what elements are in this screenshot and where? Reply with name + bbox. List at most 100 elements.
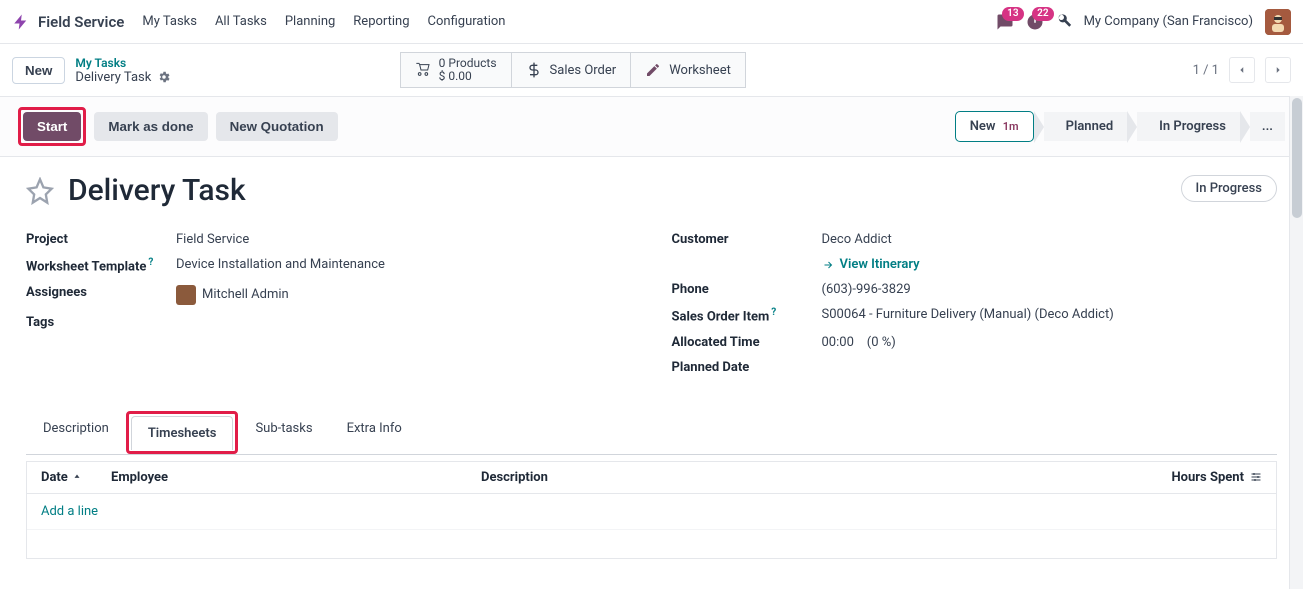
tools-icon[interactable] (1056, 12, 1072, 32)
nav-links: My Tasks All Tasks Planning Reporting Co… (142, 14, 505, 29)
assignees-label: Assignees (26, 285, 176, 305)
col-date[interactable]: Date (41, 470, 68, 485)
grid-footer (27, 530, 1276, 558)
nav-planning[interactable]: Planning (285, 14, 335, 29)
stage-more[interactable]: ... (1250, 112, 1285, 141)
arrow-right-icon (822, 259, 834, 271)
stage-new[interactable]: New 1m (955, 111, 1034, 142)
stage-in-progress[interactable]: In Progress (1137, 112, 1240, 141)
breadcrumb: My Tasks Delivery Task (75, 56, 171, 85)
new-quotation-button[interactable]: New Quotation (216, 112, 338, 141)
user-avatar[interactable] (1265, 9, 1291, 35)
stage-planned[interactable]: Planned (1044, 112, 1128, 141)
stat-worksheet[interactable]: Worksheet (631, 52, 746, 88)
sort-asc-icon[interactable] (72, 472, 82, 482)
chevron-sep-icon (1034, 111, 1044, 143)
highlight-start: Start (18, 107, 86, 146)
app-name[interactable]: Field Service (38, 13, 124, 31)
itinerary-label: View Itinerary (840, 257, 920, 272)
top-nav: Field Service My Tasks All Tasks Plannin… (0, 0, 1303, 44)
new-record-button[interactable]: New (12, 57, 65, 84)
col-hours[interactable]: Hours Spent (1172, 470, 1245, 485)
assignee-avatar (176, 285, 196, 305)
view-itinerary-link[interactable]: View Itinerary (822, 257, 920, 272)
customer-label: Customer (672, 232, 822, 247)
planned-label: Planned Date (672, 360, 822, 375)
nav-all-tasks[interactable]: All Tasks (215, 14, 267, 29)
scroll-thumb[interactable] (1292, 98, 1302, 218)
tags-label: Tags (26, 315, 176, 330)
stat-products[interactable]: 0 Products $ 0.00 (400, 52, 512, 88)
cart-icon (415, 62, 431, 78)
project-label: Project (26, 232, 176, 247)
sales-order-label: Sales Order (550, 63, 617, 78)
worksheet-label: Worksheet (669, 63, 731, 78)
record-title: Delivery Task (68, 173, 246, 208)
alloc-pct: (0 %) (867, 335, 896, 350)
timesheet-grid: Date Employee Description Hours Spent Ad… (26, 461, 1277, 559)
breadcrumb-parent[interactable]: My Tasks (75, 56, 171, 70)
start-button[interactable]: Start (23, 112, 81, 141)
soi-label: Sales Order Item (672, 310, 770, 325)
sliders-icon[interactable] (1250, 471, 1262, 483)
brand-icon (12, 13, 30, 31)
breadcrumb-current: Delivery Task (75, 70, 151, 85)
add-line-link[interactable]: Add a line (41, 504, 98, 519)
phone-label: Phone (672, 282, 822, 297)
control-bar: New My Tasks Delivery Task 0 Products $ … (0, 44, 1303, 96)
nav-configuration[interactable]: Configuration (428, 14, 506, 29)
chevron-sep-icon (1127, 111, 1137, 143)
wtpl-value[interactable]: Device Installation and Maintenance (176, 257, 385, 274)
grid-row-add: Add a line (27, 494, 1276, 530)
help-icon[interactable]: ? (148, 257, 153, 268)
tabs: Description Timesheets Sub-tasks Extra I… (26, 411, 1277, 455)
status-pill[interactable]: In Progress (1181, 175, 1277, 202)
activities-badge: 22 (1032, 7, 1053, 21)
company-selector[interactable]: My Company (San Francisco) (1084, 14, 1253, 29)
customer-value[interactable]: Deco Addict (822, 232, 892, 247)
right-column: CustomerDeco Addict View Itinerary Phone… (672, 222, 1278, 384)
alloc-time[interactable]: 00:00 (822, 335, 854, 350)
gear-icon[interactable] (157, 70, 171, 84)
nav-my-tasks[interactable]: My Tasks (142, 14, 197, 29)
pager: 1 / 1 (1193, 57, 1291, 83)
pager-next[interactable] (1265, 57, 1291, 83)
stat-buttons: 0 Products $ 0.00 Sales Order Worksheet (400, 52, 746, 88)
col-description[interactable]: Description (481, 470, 548, 485)
assignee-name: Mitchell Admin (202, 287, 289, 302)
messages-badge: 13 (1002, 7, 1023, 21)
pager-text: 1 / 1 (1193, 63, 1219, 78)
pencil-icon (645, 62, 661, 78)
stage-new-label: New (970, 119, 996, 134)
chevron-sep-icon (1240, 111, 1250, 143)
soi-value[interactable]: S00064 - Furniture Delivery (Manual) (De… (822, 307, 1114, 324)
stage-new-time: 1m (1003, 120, 1019, 133)
status-bar: Start Mark as done New Quotation New 1m … (0, 96, 1303, 157)
messages-icon[interactable]: 13 (996, 13, 1014, 31)
stage-bar: New 1m Planned In Progress ... (955, 111, 1285, 143)
tab-timesheets[interactable]: Timesheets (131, 416, 234, 450)
phone-value[interactable]: (603)-996-3829 (822, 282, 911, 297)
wtpl-label: Worksheet Template (26, 260, 146, 275)
assignee-tag[interactable]: Mitchell Admin (176, 285, 289, 305)
stat-sales-order[interactable]: Sales Order (512, 52, 632, 88)
activities-icon[interactable]: 22 (1026, 13, 1044, 31)
highlight-timesheets: Timesheets (126, 411, 239, 454)
nav-reporting[interactable]: Reporting (353, 14, 409, 29)
scrollbar[interactable] (1289, 96, 1303, 589)
grid-header: Date Employee Description Hours Spent (27, 462, 1276, 494)
products-amount: $ 0.00 (439, 70, 497, 83)
star-icon[interactable] (26, 177, 54, 205)
dollar-icon (526, 62, 542, 78)
tab-description[interactable]: Description (26, 411, 126, 455)
help-icon[interactable]: ? (771, 307, 776, 318)
project-value[interactable]: Field Service (176, 232, 249, 247)
top-right: 13 22 My Company (San Francisco) (996, 9, 1291, 35)
col-employee[interactable]: Employee (111, 470, 168, 485)
tab-subtasks[interactable]: Sub-tasks (238, 411, 329, 455)
tab-extra-info[interactable]: Extra Info (330, 411, 419, 455)
mark-done-button[interactable]: Mark as done (94, 112, 207, 141)
pager-prev[interactable] (1229, 57, 1255, 83)
left-column: ProjectField Service Worksheet Template?… (26, 222, 632, 384)
alloc-label: Allocated Time (672, 335, 822, 350)
